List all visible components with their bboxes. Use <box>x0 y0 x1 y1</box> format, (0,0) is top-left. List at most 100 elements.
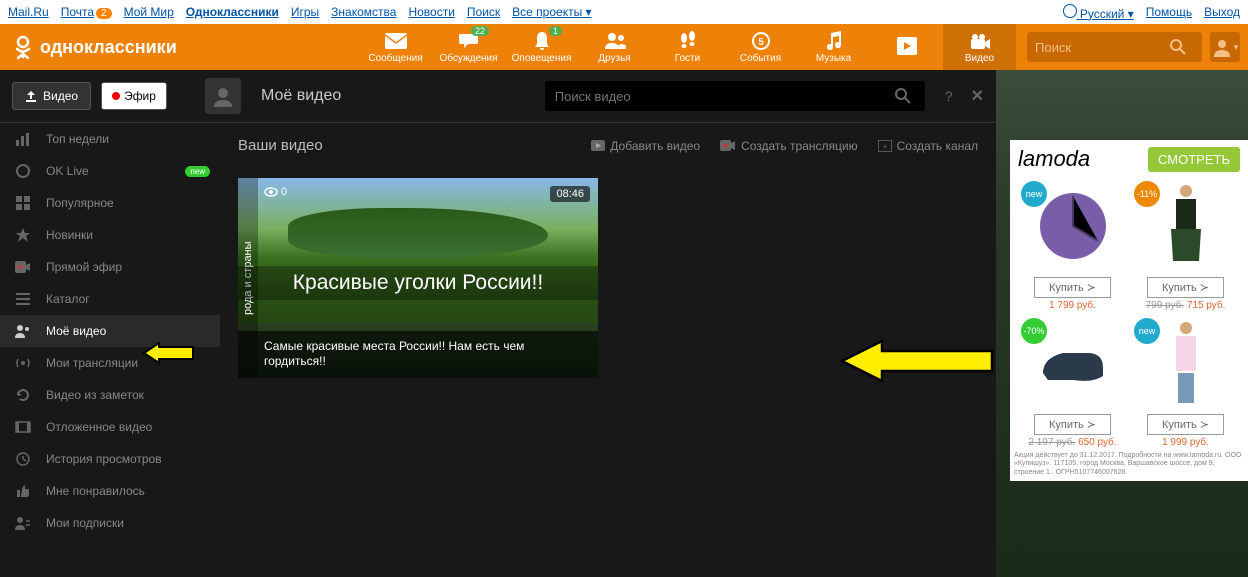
sidebar-item-subs[interactable]: Мои подписки <box>0 507 220 539</box>
panel-title: Моё видео <box>261 87 341 105</box>
link-moimir[interactable]: Мой Мир <box>124 5 174 19</box>
price-4: 1 999 руб. <box>1131 437 1240 448</box>
video-search-input[interactable] <box>555 89 895 104</box>
nav-video-showcase[interactable] <box>870 24 943 70</box>
play-square-icon <box>896 36 918 56</box>
help-button[interactable]: ? <box>945 88 953 104</box>
nav-friends[interactable]: Друзья <box>578 24 651 70</box>
video-caption: Самые красивые места России!! Нам есть ч… <box>238 331 598 378</box>
ad-item-2[interactable]: -11% Купить ≻ 799 руб. 715 руб. <box>1131 178 1240 311</box>
ad-item-3[interactable]: -70% Купить ≻ 2 197 руб. 650 руб. <box>1018 315 1127 448</box>
close-button[interactable]: ✕ <box>971 86 984 106</box>
link-pochta[interactable]: Почта <box>61 5 94 19</box>
add-video-button[interactable]: Добавить видео <box>591 139 700 153</box>
history-icon <box>14 450 32 468</box>
user-avatar[interactable]: ▾ <box>1210 32 1240 62</box>
sidebar-item-top[interactable]: Топ недели <box>0 123 220 155</box>
portal-topbar: Mail.Ru Почта2 Мой Мир Одноклассники Игр… <box>0 0 1248 24</box>
sidebar-item-oklive[interactable]: OK Livenew <box>0 155 220 187</box>
list-icon <box>14 290 32 308</box>
chart-icon <box>14 130 32 148</box>
nav-guests[interactable]: Гости <box>651 24 724 70</box>
link-znakomstva[interactable]: Знакомства <box>331 5 396 19</box>
new-badge: new <box>1021 181 1047 207</box>
views-badge: 0 <box>264 186 287 198</box>
search-icon <box>895 88 911 104</box>
nav-video[interactable]: Видео <box>943 24 1016 70</box>
sidebar-item-liked[interactable]: Мне понравилось <box>0 475 220 507</box>
broadcast-icon <box>14 354 32 372</box>
create-channel-button[interactable]: +Создать канал <box>878 139 978 153</box>
sidebar-item-new[interactable]: Новинки <box>0 219 220 251</box>
mail-badge: 2 <box>96 8 112 19</box>
sidebar-item-delayed[interactable]: Отложенное видео <box>0 411 220 443</box>
buy-btn-1[interactable]: Купить ≻ <box>1034 277 1111 298</box>
link-help[interactable]: Помощь <box>1146 5 1192 19</box>
search-icon <box>1170 39 1186 55</box>
lamoda-logo[interactable]: lamoda <box>1018 146 1090 172</box>
duration-badge: 08:46 <box>550 186 590 202</box>
ad-item-4[interactable]: new Купить ≻ 1 999 руб. <box>1131 315 1240 448</box>
globe-icon <box>1063 4 1077 18</box>
ad-item-1[interactable]: new Купить ≻ 1 799 руб. <box>1018 178 1127 311</box>
video-content: Ваши видео Добавить видео Создать трансл… <box>220 123 996 577</box>
discount-badge-70: -70% <box>1021 318 1047 344</box>
video-panel: Видео Эфир Моё видео ? ✕ Топ недели OK L… <box>0 70 996 577</box>
circle-icon <box>14 162 32 180</box>
nav-messages[interactable]: Сообщения <box>359 24 432 70</box>
friends-icon <box>604 31 626 51</box>
price-3: 2 197 руб. 650 руб. <box>1018 437 1127 448</box>
person-icon <box>14 322 32 340</box>
link-mailru[interactable]: Mail.Ru <box>8 5 49 19</box>
logo-text[interactable]: одноклассники <box>40 37 177 58</box>
sidebar-item-popular[interactable]: Популярное <box>0 187 220 219</box>
video-search[interactable] <box>545 81 925 111</box>
svg-text:5: 5 <box>758 37 764 48</box>
buy-btn-3[interactable]: Купить ≻ <box>1034 414 1111 435</box>
discount-badge: -11% <box>1134 181 1160 207</box>
sidebar-item-live[interactable]: Прямой эфир <box>0 251 220 283</box>
nav-notifications[interactable]: 1 Оповещения <box>505 24 578 70</box>
main-header: одноклассники Сообщения 22 Обсуждения 1 … <box>0 24 1248 70</box>
envelope-icon <box>385 31 407 51</box>
link-igry[interactable]: Игры <box>291 5 319 19</box>
header-search[interactable] <box>1027 32 1202 62</box>
buy-btn-4[interactable]: Купить ≻ <box>1147 414 1224 435</box>
link-novosti[interactable]: Новости <box>408 5 454 19</box>
live-button[interactable]: Эфир <box>101 82 167 110</box>
ad-disclaimer: Акция действует до 31.12.2017. Подробнос… <box>1010 448 1248 481</box>
create-stream-button[interactable]: Создать трансляцию <box>720 139 857 153</box>
link-poisk[interactable]: Поиск <box>467 5 500 19</box>
lamoda-view-btn[interactable]: СМОТРЕТЬ <box>1148 147 1240 172</box>
sidebar-item-history[interactable]: История просмотров <box>0 443 220 475</box>
sidebar-item-catalog[interactable]: Каталог <box>0 283 220 315</box>
video-sidebar: Топ недели OK Livenew Популярное Новинки… <box>0 123 220 577</box>
camera-icon <box>969 31 991 51</box>
nav-discussions[interactable]: 22 Обсуждения <box>432 24 505 70</box>
sidebar-item-mystreams[interactable]: Мои трансляции <box>0 347 220 379</box>
sidebar-item-fromnotes[interactable]: Видео из заметок <box>0 379 220 411</box>
nav-music[interactable]: Музыка <box>797 24 870 70</box>
link-ok[interactable]: Одноклассники <box>186 5 279 19</box>
nav-events[interactable]: 5 События <box>724 24 797 70</box>
footprints-icon <box>677 31 699 51</box>
ok-logo-icon <box>14 35 32 59</box>
link-exit[interactable]: Выход <box>1204 5 1240 19</box>
buy-btn-2[interactable]: Купить ≻ <box>1147 277 1224 298</box>
channel-icon: + <box>878 140 892 152</box>
upload-video-button[interactable]: Видео <box>12 82 91 110</box>
thumb-icon <box>14 482 32 500</box>
upload-icon <box>25 90 37 102</box>
link-vse[interactable]: Все проекты ▾ <box>512 5 591 19</box>
sidebar-item-myvideo[interactable]: Моё видео <box>0 315 220 347</box>
lang-switch[interactable]: Русский ▾ <box>1063 4 1134 21</box>
video-card[interactable]: рода и страны 0 08:46 Красивые уголки Ро… <box>238 178 598 378</box>
subs-icon <box>14 514 32 532</box>
channel-avatar[interactable] <box>205 78 241 114</box>
search-input[interactable] <box>1035 40 1170 55</box>
ad-panel: lamoda СМОТРЕТЬ new Купить ≻ 1 799 руб. … <box>1010 140 1248 481</box>
new-badge-2: new <box>1134 318 1160 344</box>
annotation-arrow-content <box>837 339 997 399</box>
star-icon <box>14 226 32 244</box>
svg-text:+: + <box>882 142 887 151</box>
